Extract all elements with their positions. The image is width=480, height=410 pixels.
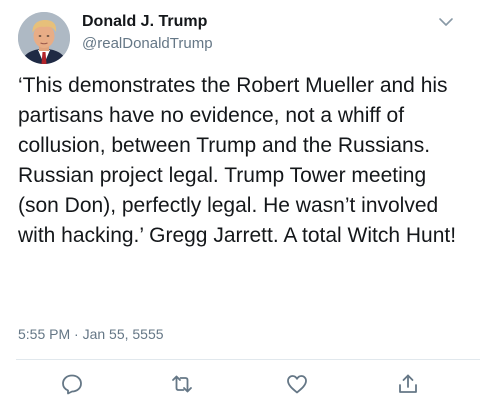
retweet-button[interactable] (170, 372, 194, 396)
share-button[interactable] (396, 372, 420, 396)
tweet-text: ‘This demonstrates the Robert Mueller an… (18, 74, 457, 247)
retweet-icon (172, 375, 192, 393)
reply-button[interactable] (60, 372, 84, 396)
avatar-image (18, 12, 70, 64)
tweet-card: Donald J. Trump @realDonaldTrump ‘This d… (0, 0, 480, 410)
avatar[interactable] (18, 12, 70, 64)
author-name[interactable]: Donald J. Trump (82, 13, 207, 31)
share-icon (399, 374, 417, 393)
chevron-down-icon[interactable] (438, 15, 454, 27)
author-handle[interactable]: @realDonaldTrump (82, 35, 213, 52)
like-button[interactable] (285, 372, 309, 396)
heart-icon (287, 375, 307, 394)
reply-icon (62, 374, 82, 395)
tweet-timestamp[interactable]: 5:55 PM · Jan 55, 5555 (18, 326, 164, 342)
divider (16, 359, 480, 360)
